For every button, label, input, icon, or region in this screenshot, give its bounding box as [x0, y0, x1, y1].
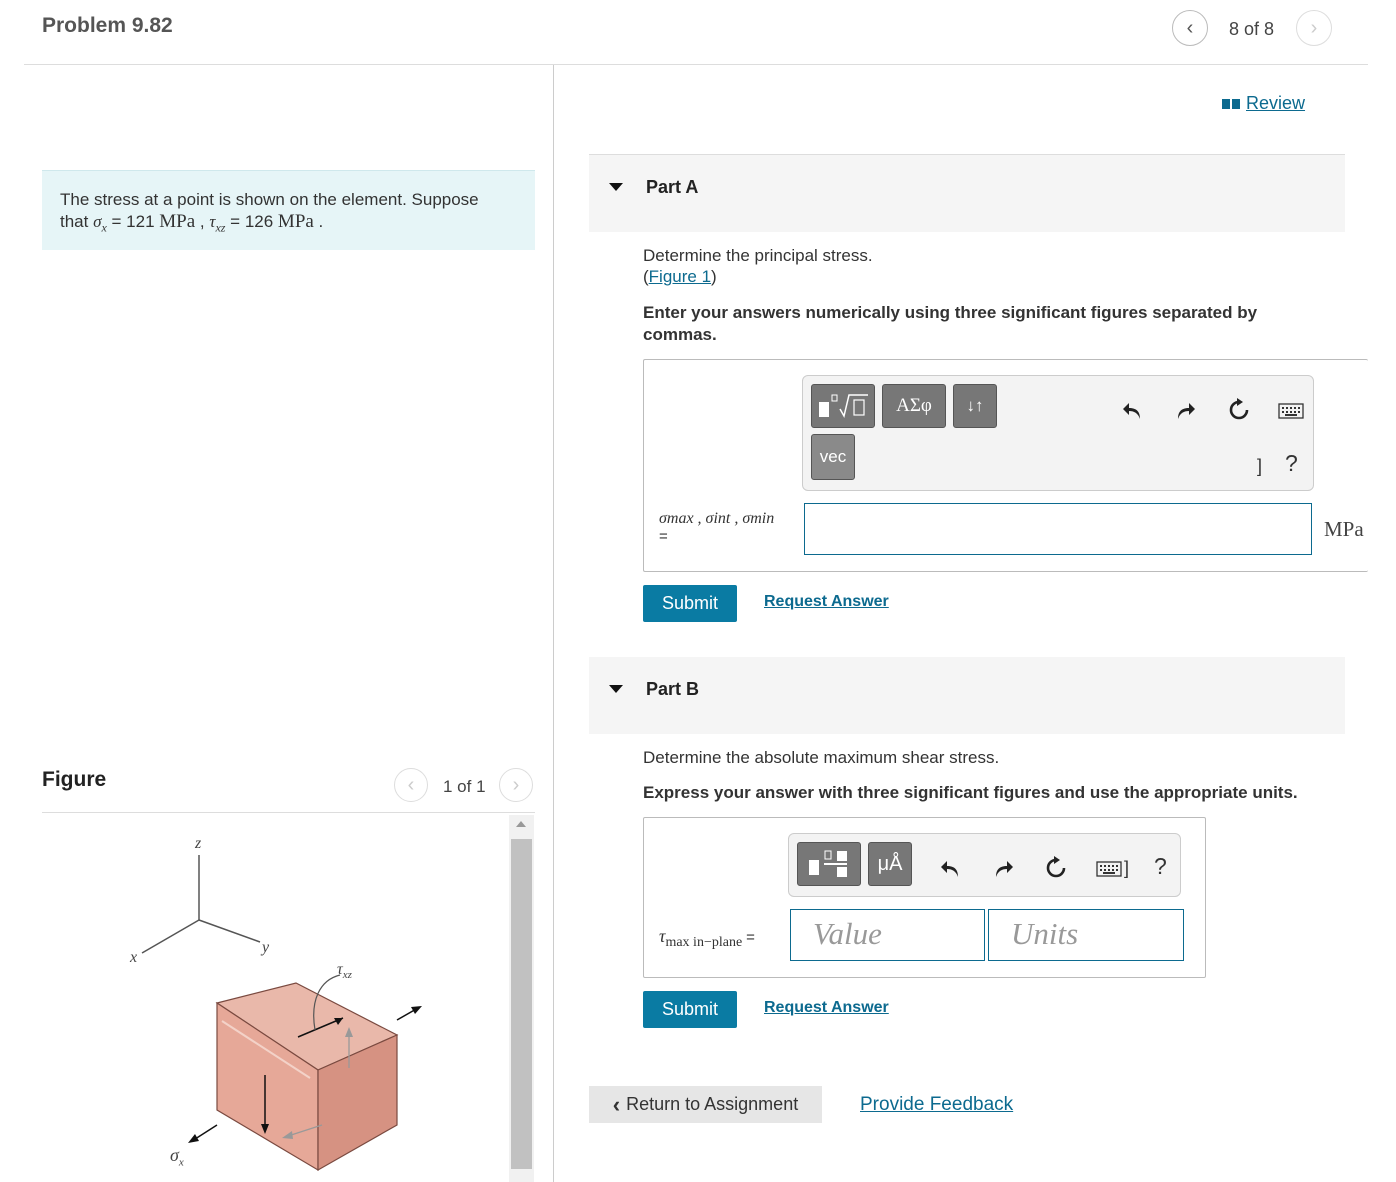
reset-icon[interactable] — [1225, 396, 1253, 424]
figure-heading: Figure — [42, 768, 107, 791]
header-divider — [24, 64, 1368, 65]
axis-x-label: x — [130, 949, 138, 966]
part-a-header[interactable]: Part A — [589, 155, 1345, 232]
axis-z-label: z — [195, 835, 202, 852]
problem-text-line1: The stress at a point is shown on the el… — [60, 190, 479, 209]
part-a-variable-label: σmax , σint , σmin = — [659, 510, 775, 545]
part-a-answer-box: ΑΣφ ↓↑ vec ] ? σmax , σint , σmin = MPa — [643, 359, 1368, 572]
part-b-label: Part B — [646, 679, 700, 699]
figure-previous-button[interactable]: ‹ — [394, 768, 428, 802]
problem-statement: The stress at a point is shown on the el… — [42, 170, 535, 250]
book-icon — [1222, 98, 1240, 109]
help-button[interactable]: ? — [1154, 853, 1167, 880]
part-a-instruction: Enter your answers numerically using thr… — [643, 303, 1258, 344]
part-b-instruction: Express your answer with three significa… — [643, 783, 1298, 802]
chevron-right-icon: › — [512, 773, 520, 796]
figure-pager: 1 of 1 — [443, 777, 486, 796]
scroll-up-arrow-icon[interactable] — [516, 821, 526, 827]
units-button[interactable]: μÅ — [868, 842, 912, 886]
scrollbar-thumb[interactable] — [511, 839, 532, 1169]
problem-pager: 8 of 8 — [1229, 19, 1275, 39]
chevron-left-icon: ‹ — [612, 1091, 621, 1117]
previous-problem-button[interactable]: ‹ — [1172, 10, 1208, 46]
part-a-answer-input[interactable] — [804, 503, 1312, 555]
chevron-left-icon: ‹ — [1186, 16, 1194, 39]
figure-next-button[interactable]: › — [499, 768, 533, 802]
page-title: Problem 9.82 — [42, 14, 173, 37]
bracket-label: ] — [1257, 456, 1263, 476]
stress-element-figure: z y x τxz σx — [100, 825, 500, 1182]
greek-symbols-button[interactable]: ΑΣφ — [882, 384, 946, 428]
return-to-assignment-button[interactable]: ‹ Return to Assignment — [589, 1086, 822, 1123]
part-a-request-answer-link[interactable]: Request Answer — [764, 593, 889, 611]
redo-icon[interactable] — [1171, 396, 1199, 424]
keyboard-icon[interactable] — [1277, 400, 1305, 422]
chevron-right-icon: › — [1310, 16, 1318, 39]
chevron-left-icon: ‹ — [407, 773, 415, 796]
value-placeholder: Value — [813, 916, 882, 951]
part-a-submit-button[interactable]: Submit — [643, 585, 737, 622]
part-b-units-input[interactable]: Units — [988, 909, 1184, 961]
review-link[interactable]: Review — [1222, 93, 1305, 114]
reset-icon[interactable] — [1042, 854, 1070, 882]
collapse-triangle-icon[interactable] — [609, 685, 623, 693]
review-link-label[interactable]: Review — [1246, 93, 1305, 114]
templates-button[interactable] — [797, 842, 861, 886]
part-b-answer-box: μÅ ] ? τmax in−plane = Value Units — [643, 817, 1206, 978]
part-b-header[interactable]: Part B — [589, 657, 1345, 734]
part-b-variable-label: τmax in−plane = — [659, 926, 755, 951]
subscript-superscript-button[interactable]: ↓↑ — [953, 384, 997, 428]
fraction-root-icon — [819, 394, 868, 419]
undo-icon[interactable] — [1119, 396, 1147, 424]
sigma-x-label: σx — [170, 1145, 184, 1169]
part-b-submit-button[interactable]: Submit — [643, 991, 737, 1028]
next-problem-button[interactable]: › — [1296, 10, 1332, 46]
figure-divider — [42, 812, 535, 813]
part-b-math-toolbar: μÅ ] ? — [788, 833, 1181, 897]
part-b-question: Determine the absolute maximum shear str… — [643, 748, 1000, 767]
fraction-template-icon — [809, 850, 847, 877]
part-b-request-answer-link[interactable]: Request Answer — [764, 999, 889, 1017]
part-a-math-toolbar: ΑΣφ ↓↑ vec ] ? — [802, 375, 1314, 491]
part-a-question: Determine the principal stress. — [643, 246, 873, 265]
figure-1-link[interactable]: Figure 1 — [649, 267, 711, 286]
units-placeholder: Units — [1011, 916, 1079, 951]
templates-button[interactable] — [811, 384, 875, 428]
collapse-triangle-icon[interactable] — [609, 183, 623, 191]
column-divider — [553, 65, 554, 1182]
help-button[interactable]: ? — [1285, 450, 1298, 477]
stress-element-diagram — [141, 855, 422, 1172]
figure-link-line: (Figure 1) — [643, 267, 717, 286]
tau-xz-label: τxz — [337, 961, 352, 982]
part-a-label: Part A — [646, 177, 699, 197]
redo-icon[interactable] — [989, 854, 1017, 882]
keyboard-icon[interactable] — [1095, 858, 1123, 880]
figure-scrollbar[interactable] — [509, 815, 534, 1182]
part-a-unit-label: MPa — [1324, 517, 1364, 541]
vector-button[interactable]: vec — [811, 434, 855, 480]
provide-feedback-link[interactable]: Provide Feedback — [860, 1094, 1013, 1116]
part-b-value-input[interactable]: Value — [790, 909, 985, 961]
undo-icon[interactable] — [937, 854, 965, 882]
problem-text-line2: that σx = 121 MPa , τxz = 126 MPa . — [60, 211, 324, 235]
bracket-label: ] — [1124, 858, 1130, 878]
axis-y-label: y — [262, 939, 270, 956]
